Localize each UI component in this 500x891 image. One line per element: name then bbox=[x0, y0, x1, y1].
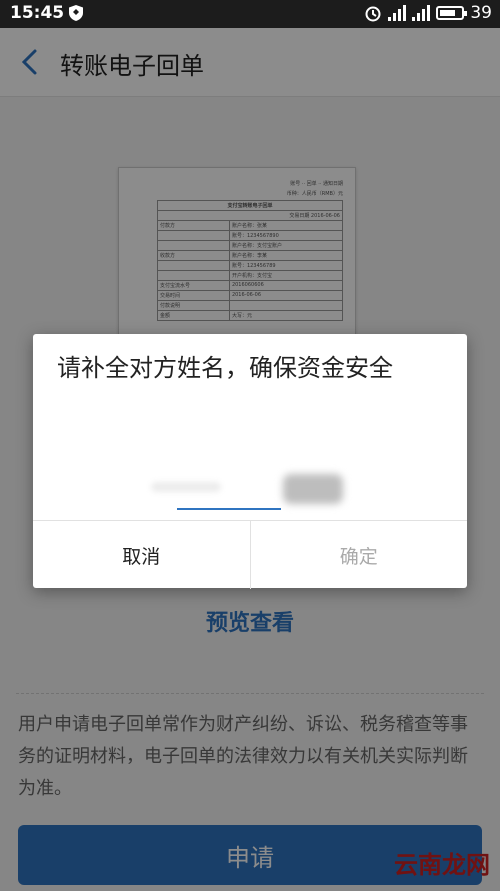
name-verification-dialog: 请补全对方姓名，确保资金安全 取消 确定 bbox=[33, 334, 467, 589]
masked-name-blur-2 bbox=[283, 474, 343, 504]
shield-icon bbox=[69, 5, 83, 21]
dialog-button-row: 取消 确定 bbox=[33, 520, 467, 589]
cancel-button[interactable]: 取消 bbox=[33, 521, 251, 589]
battery-icon bbox=[436, 6, 468, 20]
status-time: 15:45 bbox=[10, 3, 65, 23]
signal-icon bbox=[388, 5, 407, 21]
recipient-name-input[interactable] bbox=[177, 480, 281, 510]
dialog-message: 请补全对方姓名，确保资金安全 bbox=[57, 354, 393, 382]
alarm-icon bbox=[365, 6, 381, 22]
confirm-button[interactable]: 确定 bbox=[251, 521, 468, 589]
battery-level: 39 bbox=[470, 3, 492, 23]
status-bar: 15:45 39 bbox=[0, 0, 500, 28]
signal-2-icon bbox=[412, 5, 431, 21]
